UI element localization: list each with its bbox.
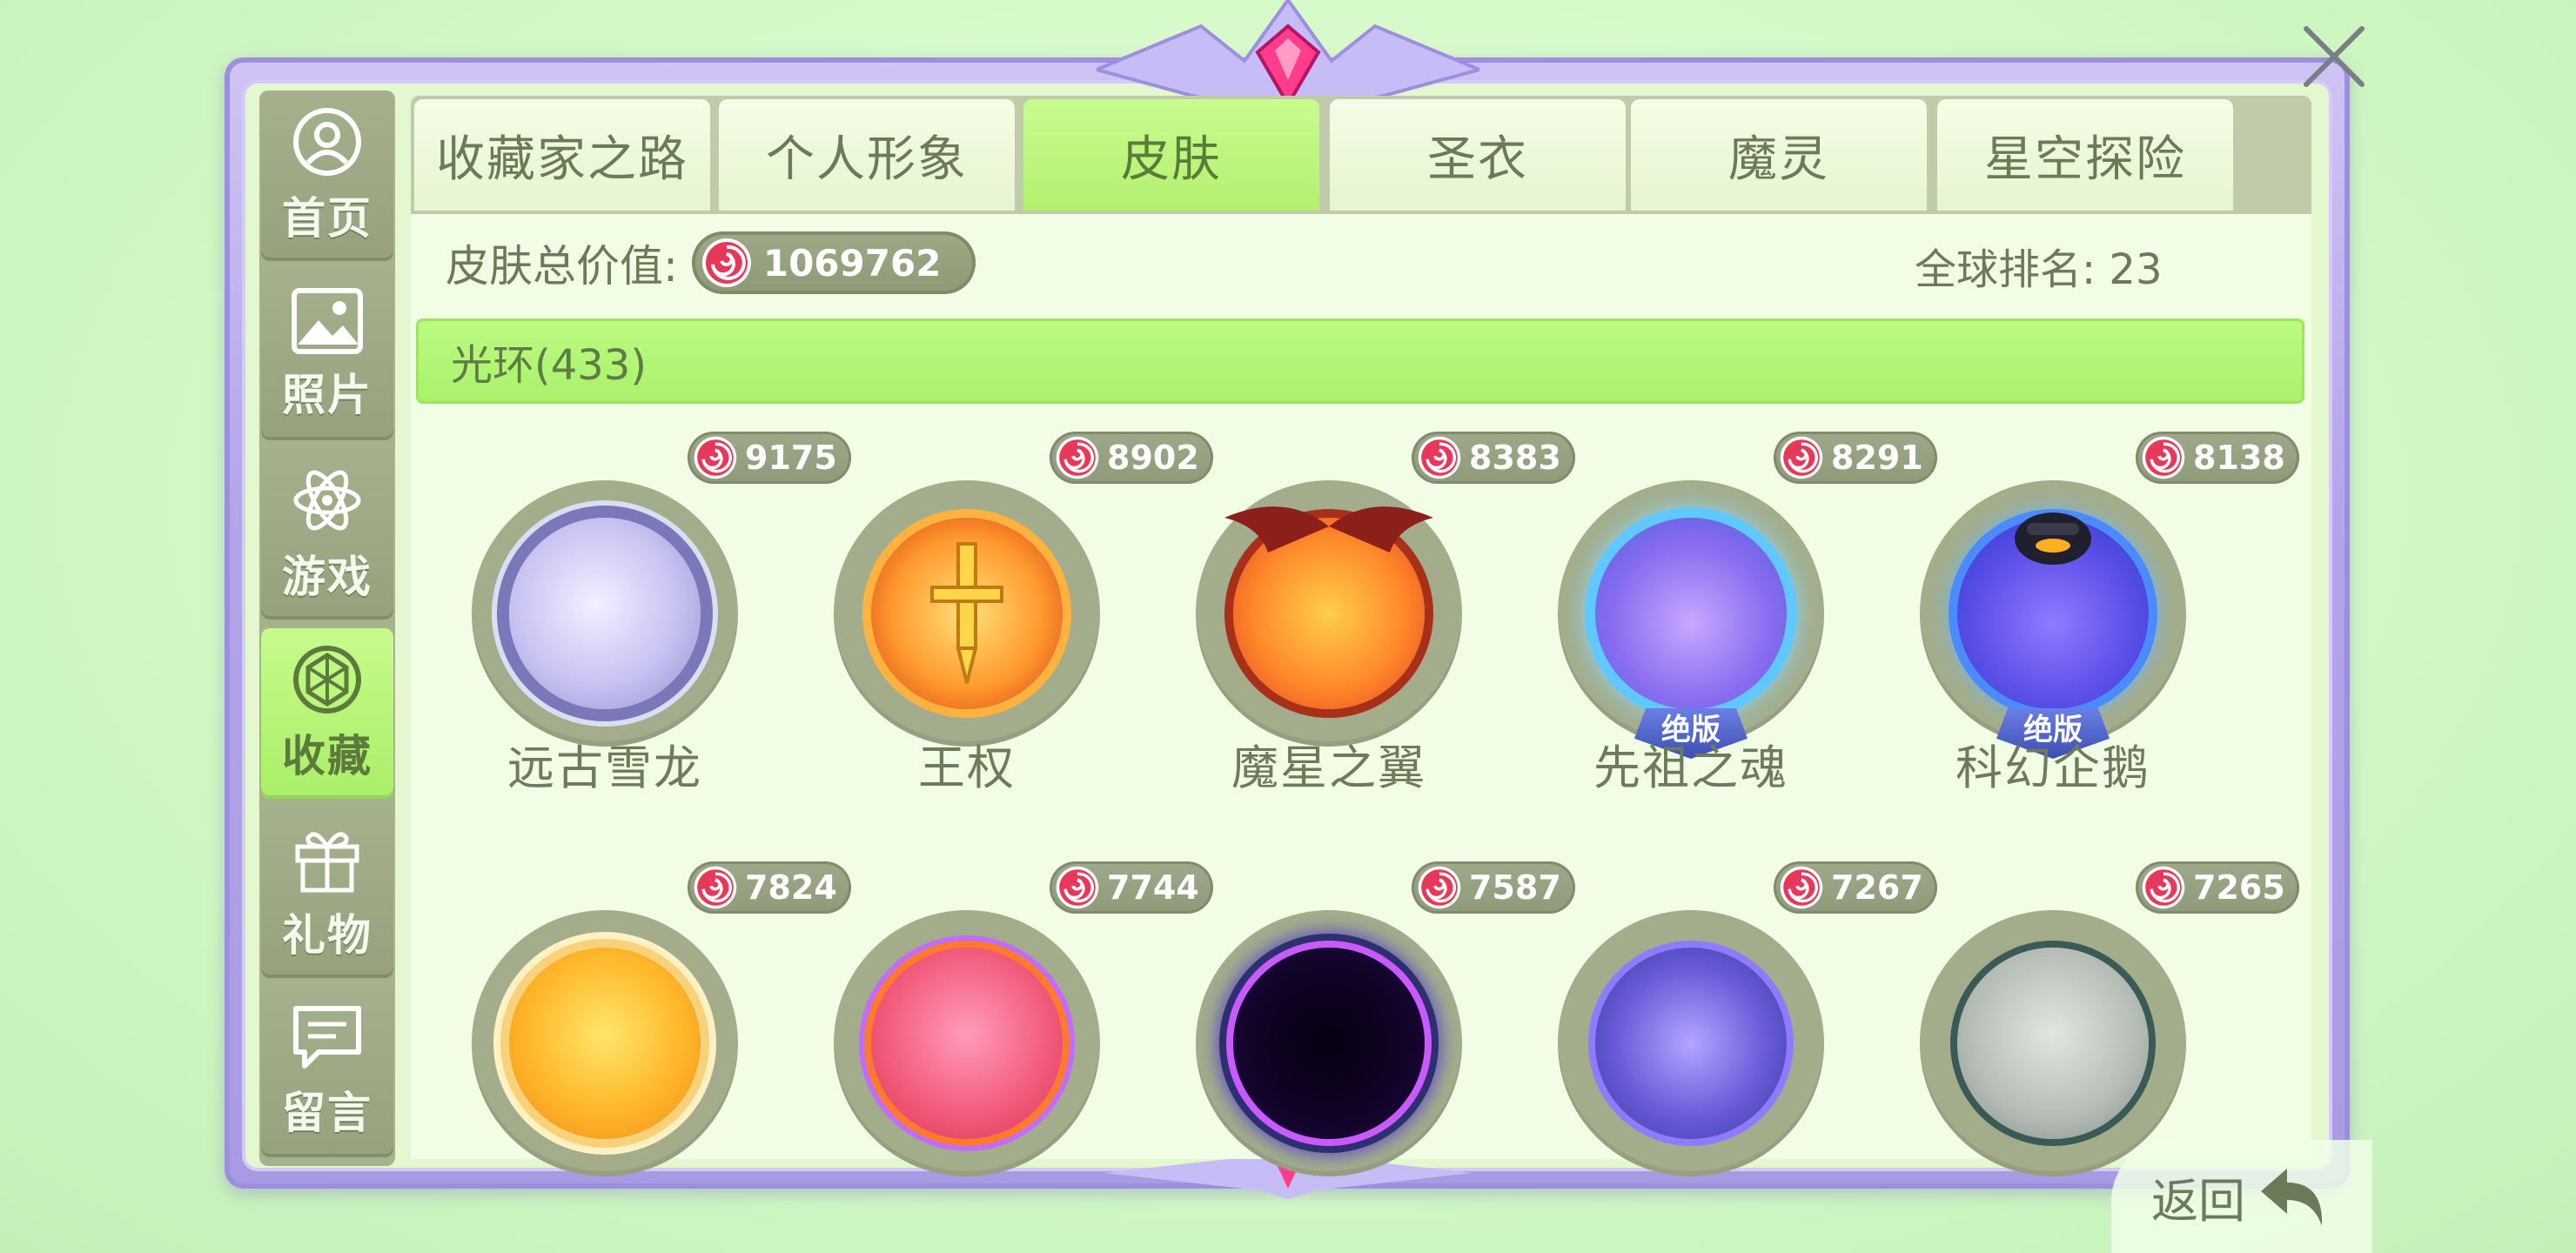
total-value-badge: 1069762 (691, 231, 976, 294)
sidebar-item-label: 游戏 (282, 552, 372, 602)
collection-icon (293, 646, 361, 714)
coin-icon (694, 436, 737, 479)
item-circle (472, 910, 738, 1176)
item-card[interactable]: 8902 王权 (834, 432, 1213, 797)
halo-ancestor-soul-image (1595, 518, 1787, 709)
coin-icon (2142, 436, 2185, 479)
sword-icon (930, 542, 1003, 684)
global-rank: 全球排名: 23 (1915, 245, 2163, 294)
item-circle (1920, 910, 2186, 1176)
item-card[interactable]: 绝版 8138 科幻企鹅 (1920, 432, 2299, 797)
item-circle (1558, 910, 1824, 1176)
message-icon (293, 1006, 361, 1069)
sidebar-item-label: 收藏 (282, 731, 372, 781)
halo-night-castle-image (1595, 948, 1787, 1139)
halo-ink-dragon-image (1957, 948, 2149, 1139)
item-card[interactable]: 7824 (472, 861, 851, 1227)
section-title: 光环(433) (451, 341, 647, 390)
sidebar-item-label: 首页 (282, 193, 372, 244)
item-name: 魔星之翼 (1231, 740, 1426, 795)
tab-personal-image[interactable]: 个人形象 (719, 99, 1015, 211)
total-value-number: 1069762 (762, 241, 942, 285)
item-name: 科幻企鹅 (1955, 740, 2150, 795)
item-price: 7744 (1050, 861, 1213, 914)
tab-star-adventure[interactable]: 星空探险 (1937, 99, 2233, 211)
sidebar-item-gift[interactable]: 礼物 (261, 807, 393, 978)
halo-black-hole-image (1233, 948, 1425, 1139)
halo-snow-dragon-image (509, 518, 701, 709)
item-circle (1920, 480, 2186, 747)
sidebar-item-label: 礼物 (282, 910, 372, 961)
back-label: 返回 (2151, 1173, 2245, 1229)
item-circle (1196, 910, 1462, 1176)
coin-icon (1780, 436, 1823, 479)
item-circle (1196, 480, 1462, 747)
total-value-label: 皮肤总价值: (446, 241, 678, 291)
coin-icon (1056, 436, 1099, 479)
halo-scepter-image (871, 518, 1063, 709)
sidebar-item-photo[interactable]: 照片 (261, 270, 393, 440)
atom-icon (293, 470, 361, 531)
halo-demon-wings-image (1224, 506, 1433, 709)
sidebar-item-label: 照片 (282, 370, 372, 420)
sidebar-item-label: 留言 (282, 1088, 372, 1138)
item-card[interactable]: 7744 (834, 861, 1213, 1227)
tab-spirits[interactable]: 魔灵 (1631, 99, 1927, 211)
item-card[interactable]: 8383 魔星之翼 (1196, 432, 1575, 797)
halo-golden-image (509, 948, 701, 1139)
home-icon (293, 108, 361, 176)
item-name: 远古雪龙 (507, 740, 702, 795)
item-circle (472, 480, 738, 747)
item-card[interactable]: 7267 (1558, 861, 1937, 1227)
tab-holy-armor[interactable]: 圣衣 (1330, 99, 1626, 211)
item-price: 8138 (2136, 432, 2299, 484)
item-card[interactable]: 7587 (1196, 861, 1575, 1227)
item-price: 7824 (688, 861, 851, 914)
item-price: 8383 (1412, 432, 1575, 484)
gift-icon (295, 832, 359, 893)
item-price: 7267 (1774, 861, 1937, 914)
return-arrow-icon (2261, 1169, 2323, 1226)
back-button[interactable]: 返回 (2111, 1140, 2372, 1253)
item-circle (834, 910, 1100, 1176)
item-name: 王权 (918, 740, 1016, 795)
tab-skins[interactable]: 皮肤 (1023, 99, 1319, 211)
item-price: 9175 (688, 432, 851, 484)
sidebar-item-collection[interactable]: 收藏 (261, 628, 393, 799)
sidebar-item-home[interactable]: 首页 (261, 90, 393, 261)
photo-icon (292, 288, 363, 354)
item-price: 8902 (1050, 432, 1213, 484)
item-card[interactable]: 9175 远古雪龙 (472, 432, 851, 797)
wings-icon (1224, 506, 1433, 553)
section-header-halo[interactable]: 光环(433) (416, 318, 2304, 404)
coin-icon (1418, 436, 1461, 479)
halo-pink-image (871, 948, 1063, 1139)
halo-scifi-penguin-image (1957, 513, 2149, 709)
item-circle (834, 480, 1100, 747)
penguin-icon (2015, 513, 2091, 565)
coin-icon (1418, 866, 1461, 909)
coin-icon (694, 866, 737, 909)
tab-collector-road[interactable]: 收藏家之路 (414, 99, 710, 211)
coin-icon (2142, 866, 2185, 909)
item-price: 7265 (2136, 861, 2299, 914)
item-price: 7587 (1412, 861, 1575, 914)
item-name: 先祖之魂 (1593, 740, 1788, 795)
item-price: 8291 (1774, 432, 1937, 484)
coin-icon (1780, 866, 1823, 909)
coin-icon (701, 238, 751, 287)
sidebar-item-message[interactable]: 留言 (261, 987, 393, 1157)
close-icon (2304, 26, 2365, 87)
sidebar-item-games[interactable]: 游戏 (261, 449, 393, 620)
item-card[interactable]: 绝版 8291 先祖之魂 (1558, 432, 1937, 797)
item-circle (1558, 480, 1824, 747)
coin-icon (1056, 866, 1099, 909)
skin-total-value: 皮肤总价值: 1069762 (446, 228, 976, 298)
